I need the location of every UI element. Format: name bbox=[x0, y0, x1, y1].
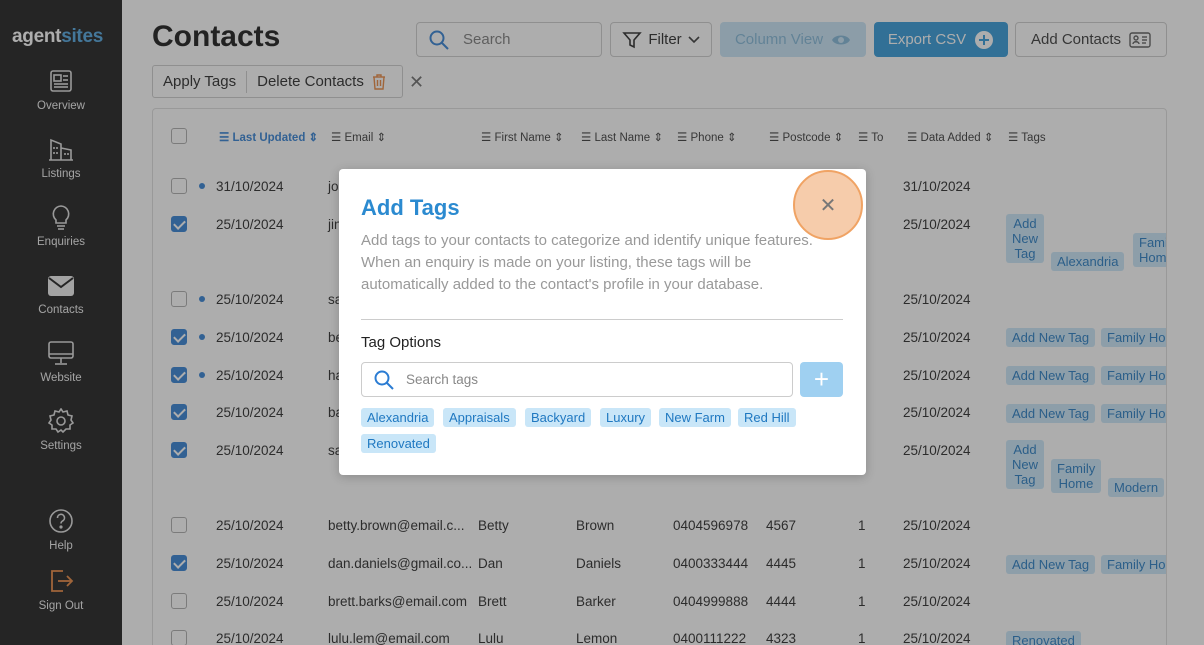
tag-option[interactable]: Renovated bbox=[361, 434, 436, 453]
modal-description: Add tags to your contacts to categorize … bbox=[361, 232, 813, 293]
tag-search-input[interactable]: Search tags bbox=[361, 362, 793, 397]
modal-title: Add Tags bbox=[361, 195, 460, 220]
add-tags-modal: Add Tags Add tags to your contacts to ca… bbox=[339, 169, 866, 475]
tag-option[interactable]: Alexandria bbox=[361, 408, 435, 427]
modal-divider bbox=[361, 319, 843, 320]
tag-option[interactable]: Luxury bbox=[600, 408, 652, 427]
tag-option[interactable]: Backyard bbox=[525, 408, 592, 427]
search-icon bbox=[374, 370, 394, 390]
close-icon[interactable]: ✕ bbox=[793, 170, 863, 240]
add-tag-button[interactable]: + bbox=[800, 362, 843, 397]
tag-search-placeholder: Search tags bbox=[406, 372, 479, 387]
tag-options-heading: Tag Options bbox=[361, 334, 442, 351]
tag-option[interactable]: Appraisals bbox=[443, 408, 516, 427]
tag-option[interactable]: New Farm bbox=[659, 408, 731, 427]
tag-option[interactable]: Red Hill bbox=[738, 408, 796, 427]
